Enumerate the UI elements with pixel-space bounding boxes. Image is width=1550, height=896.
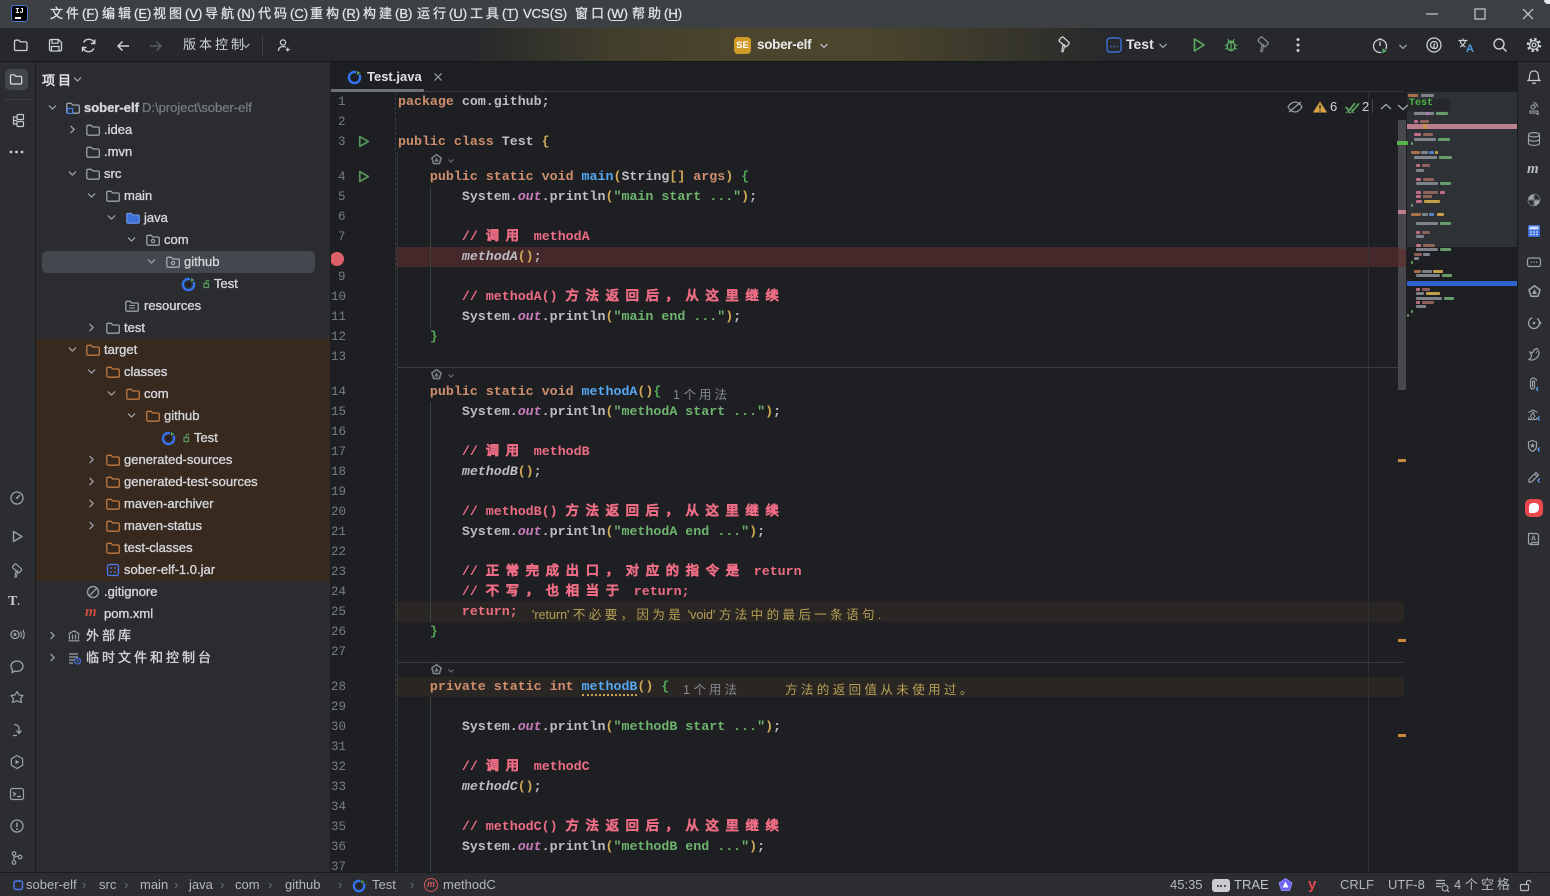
svg-text:A: A [1531,536,1536,543]
svg-text:A: A [1466,43,1474,54]
